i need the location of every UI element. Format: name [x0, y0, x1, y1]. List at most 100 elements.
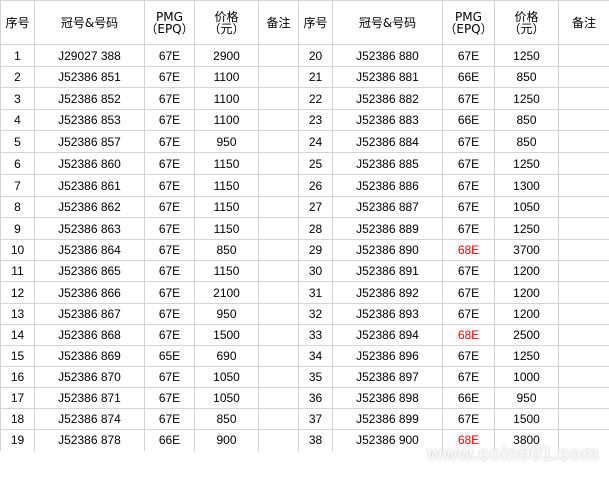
price-right: 850 — [494, 109, 559, 131]
table-row: 10 J52386 864 67E 850 29 J52386 890 68E 3700 — [0, 239, 609, 261]
header-pmg-line2: （EPQ） — [145, 21, 194, 36]
price-left: 1100 — [194, 87, 259, 110]
row-number-right: 38 — [298, 429, 333, 451]
header-note-right: 备注 — [558, 0, 609, 45]
price-left: 1050 — [194, 387, 259, 409]
price-left: 850 — [194, 408, 259, 430]
row-number-right: 35 — [298, 366, 333, 388]
note-right — [558, 87, 609, 110]
price-left: 690 — [194, 345, 259, 367]
serial-number-right: J52386 887 — [332, 196, 443, 218]
row-number-left: 7 — [0, 174, 35, 197]
table-row: 6 J52386 860 67E 1150 25 J52386 885 67E 1250 — [0, 152, 609, 175]
note-left — [258, 130, 299, 153]
note-left — [258, 408, 299, 430]
header-price-right: 价格 （元） — [494, 0, 559, 45]
row-number-left: 1 — [0, 44, 35, 67]
note-right — [558, 324, 609, 346]
row-number-right: 27 — [298, 196, 333, 218]
pmg-grade-left: 66E — [144, 429, 195, 451]
pmg-grade-right: 67E — [442, 44, 495, 67]
price-right: 1300 — [494, 174, 559, 197]
pmg-grade-right: 67E — [442, 366, 495, 388]
note-left — [258, 66, 299, 88]
note-left — [258, 109, 299, 131]
pmg-grade-right: 67E — [442, 260, 495, 282]
row-number-left: 9 — [0, 217, 35, 240]
pmg-grade-left: 67E — [144, 196, 195, 218]
table-row: 5 J52386 857 67E 950 24 J52386 884 67E 850 — [0, 130, 609, 153]
note-left — [258, 87, 299, 110]
table-row: 14 J52386 868 67E 1500 33 J52386 894 68E 2500 — [0, 324, 609, 346]
pmg-grade-left: 67E — [144, 408, 195, 430]
serial-number-right: J52386 900 — [332, 429, 443, 451]
price-right: 1250 — [494, 44, 559, 67]
row-number-left: 17 — [0, 387, 35, 409]
serial-number-left: J52386 867 — [34, 303, 145, 325]
price-right: 1200 — [494, 281, 559, 304]
note-right — [558, 345, 609, 367]
serial-number-right: J52386 882 — [332, 87, 443, 110]
row-number-right: 34 — [298, 345, 333, 367]
header-price: 价格 （元） — [194, 0, 259, 45]
pmg-grade-left: 67E — [144, 260, 195, 282]
price-left: 900 — [194, 429, 259, 451]
row-number-left: 14 — [0, 324, 35, 346]
row-number-right: 36 — [298, 387, 333, 409]
header-price-right-line2: （元） — [508, 21, 545, 36]
pmg-grade-right: 67E — [442, 87, 495, 110]
header-price-line1: 价格 — [214, 9, 239, 24]
row-number-right: 32 — [298, 303, 333, 325]
header-pmg-line1: PMG — [156, 9, 183, 24]
serial-number-left: J52386 857 — [34, 130, 145, 153]
note-right — [558, 44, 609, 67]
pmg-grade-right: 67E — [442, 345, 495, 367]
note-right — [558, 303, 609, 325]
pmg-grade-left: 67E — [144, 239, 195, 261]
pmg-grade-right: 67E — [442, 174, 495, 197]
serial-number-left: J52386 870 — [34, 366, 145, 388]
table-row: 13 J52386 867 67E 950 32 J52386 893 67E 1200 — [0, 303, 609, 325]
note-right — [558, 174, 609, 197]
row-number-right: 25 — [298, 152, 333, 175]
price-right: 1050 — [494, 196, 559, 218]
pmg-grade-right: 67E — [442, 196, 495, 218]
price-left: 850 — [194, 239, 259, 261]
header-pmg: PMG （EPQ） — [144, 0, 195, 45]
price-right: 3700 — [494, 239, 559, 261]
note-left — [258, 303, 299, 325]
header-seq: 序号 — [0, 0, 35, 45]
pmg-grade-right: 67E — [442, 217, 495, 240]
pmg-grade-left: 67E — [144, 130, 195, 153]
header-serial-right: 冠号&号码 — [332, 0, 443, 45]
row-number-right: 31 — [298, 281, 333, 304]
note-right — [558, 429, 609, 451]
serial-number-right: J52386 891 — [332, 260, 443, 282]
serial-number-right: J52386 880 — [332, 44, 443, 67]
serial-number-left: J52386 868 — [34, 324, 145, 346]
table-row: 7 J52386 861 67E 1150 26 J52386 886 67E 1300 — [0, 174, 609, 197]
serial-number-right: J52386 890 — [332, 239, 443, 261]
table-row: 19 J52386 878 66E 900 38 J52386 900 68E 3800 — [0, 429, 609, 451]
price-left: 950 — [194, 130, 259, 153]
pmg-grade-left: 67E — [144, 44, 195, 67]
price-right: 1200 — [494, 260, 559, 282]
row-number-left: 12 — [0, 281, 35, 304]
price-list-table: 序号 冠号&号码 PMG （EPQ） 价格 （元） 备注 序号 冠号&号码 PMG （… — [0, 0, 609, 451]
row-number-right: 33 — [298, 324, 333, 346]
row-number-right: 23 — [298, 109, 333, 131]
pmg-grade-left: 67E — [144, 387, 195, 409]
row-number-left: 10 — [0, 239, 35, 261]
table-row: 12 J52386 866 67E 2100 31 J52386 892 67E 1200 — [0, 281, 609, 304]
note-left — [258, 239, 299, 261]
row-number-left: 8 — [0, 196, 35, 218]
note-left — [258, 281, 299, 304]
row-number-right: 22 — [298, 87, 333, 110]
pmg-grade-left: 67E — [144, 87, 195, 110]
row-number-left: 19 — [0, 429, 35, 451]
pmg-grade-right: 67E — [442, 130, 495, 153]
price-left: 1100 — [194, 66, 259, 88]
header-price-line2: （元） — [208, 21, 245, 36]
pmg-grade-right: 68E — [442, 239, 495, 261]
price-right: 1000 — [494, 366, 559, 388]
